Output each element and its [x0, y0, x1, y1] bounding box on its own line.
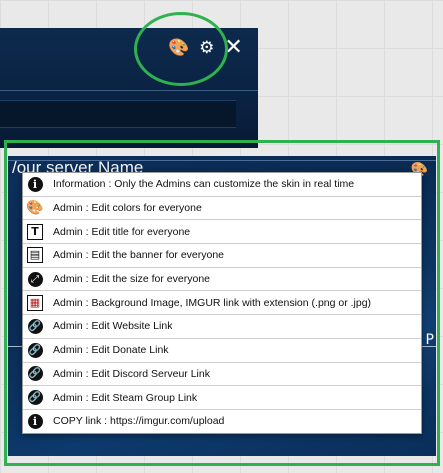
menu-item[interactable]: ▤ Admin : Edit the banner for everyone: [23, 244, 421, 268]
icon-glyph: 🔗: [27, 366, 43, 382]
background-image-icon: ▦: [27, 294, 43, 311]
title-icon: T: [27, 223, 43, 240]
menu-item[interactable]: 🔗 Admin : Edit Steam Group Link: [23, 386, 421, 410]
menu-item-label: Admin : Edit the banner for everyone: [53, 249, 225, 262]
menu-item[interactable]: T Admin : Edit title for everyone: [23, 220, 421, 245]
menu-item-label: Admin : Edit Discord Serveur Link: [53, 367, 210, 380]
icon-glyph: 🔗: [27, 342, 43, 358]
banner-icon: ▤: [27, 247, 43, 264]
menu-item[interactable]: i COPY link : https://imgur.com/upload: [23, 410, 421, 433]
link-icon: 🔗: [27, 366, 43, 382]
customize-menu: i Information : Only the Admins can custo…: [22, 172, 422, 434]
divider: [0, 90, 258, 91]
highlight-oval: [134, 12, 228, 86]
menu-item[interactable]: ⤢ Admin : Edit the size for everyone: [23, 268, 421, 292]
menu-item[interactable]: 🎨 Admin : Edit colors for everyone: [23, 197, 421, 221]
menu-item[interactable]: ▦ Admin : Background Image, IMGUR link wi…: [23, 291, 421, 316]
icon-glyph: i: [27, 176, 43, 192]
info-icon: i: [27, 176, 43, 192]
icon-glyph: 🎨: [26, 200, 44, 217]
menu-item-label: Admin : Edit colors for everyone: [53, 202, 202, 215]
link-icon: 🔗: [27, 390, 43, 406]
menu-item-label: Admin : Edit Website Link: [53, 320, 173, 333]
palette-icon: 🎨: [26, 200, 44, 217]
icon-glyph: ▤: [27, 247, 43, 264]
menu-item-label: Admin : Background Image, IMGUR link wit…: [53, 296, 372, 309]
icon-glyph: 🔗: [27, 390, 43, 406]
icon-glyph: ▦: [27, 294, 43, 311]
menu-item-label: Information : Only the Admins can custom…: [53, 178, 355, 191]
menu-item-label: Admin : Edit the size for everyone: [53, 273, 210, 286]
menu-item-label: COPY link : https://imgur.com/upload: [53, 415, 225, 428]
menu-item-label: Admin : Edit Steam Group Link: [53, 391, 198, 404]
title-band: [0, 100, 236, 128]
icon-glyph: i: [27, 413, 43, 429]
icon-glyph: 🔗: [27, 318, 43, 334]
icon-glyph: ⤢: [27, 271, 43, 287]
icon-glyph: T: [27, 223, 43, 240]
link-icon: 🔗: [27, 318, 43, 334]
info-icon: i: [27, 413, 43, 429]
resize-icon: ⤢: [27, 271, 43, 287]
menu-item[interactable]: 🔗 Admin : Edit Website Link: [23, 315, 421, 339]
menu-item-label: Admin : Edit Donate Link: [53, 344, 169, 357]
link-icon: 🔗: [27, 342, 43, 358]
menu-item[interactable]: 🔗 Admin : Edit Discord Serveur Link: [23, 363, 421, 387]
menu-item[interactable]: i Information : Only the Admins can custo…: [23, 173, 421, 197]
menu-item[interactable]: 🔗 Admin : Edit Donate Link: [23, 339, 421, 363]
menu-item-label: Admin : Edit title for everyone: [53, 225, 191, 238]
